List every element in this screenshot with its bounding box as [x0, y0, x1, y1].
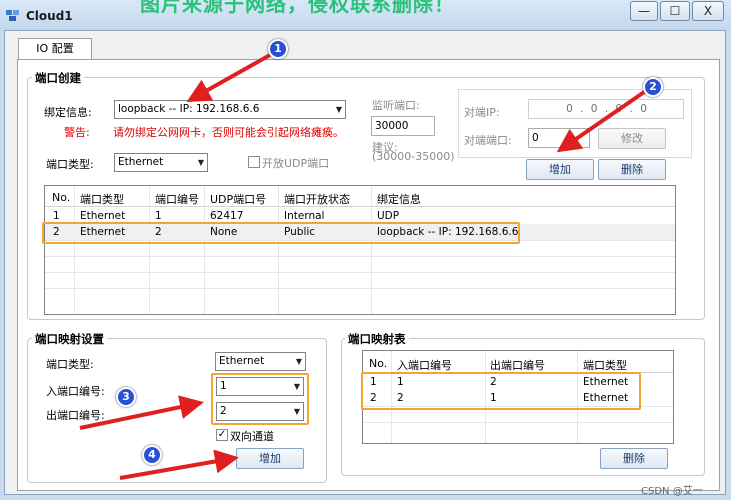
step-marker-4: 4	[142, 445, 162, 465]
annotation-arrows	[79, 53, 652, 480]
watermark: CSDN @艾一	[641, 486, 703, 497]
arrow-2	[556, 86, 652, 153]
step-marker-1: 1	[268, 39, 288, 59]
arrow-4	[119, 449, 239, 480]
arrow-1	[186, 53, 271, 102]
step-marker-3: 3	[116, 387, 136, 407]
arrow-3	[79, 395, 204, 430]
step-marker-2: 2	[643, 77, 663, 97]
